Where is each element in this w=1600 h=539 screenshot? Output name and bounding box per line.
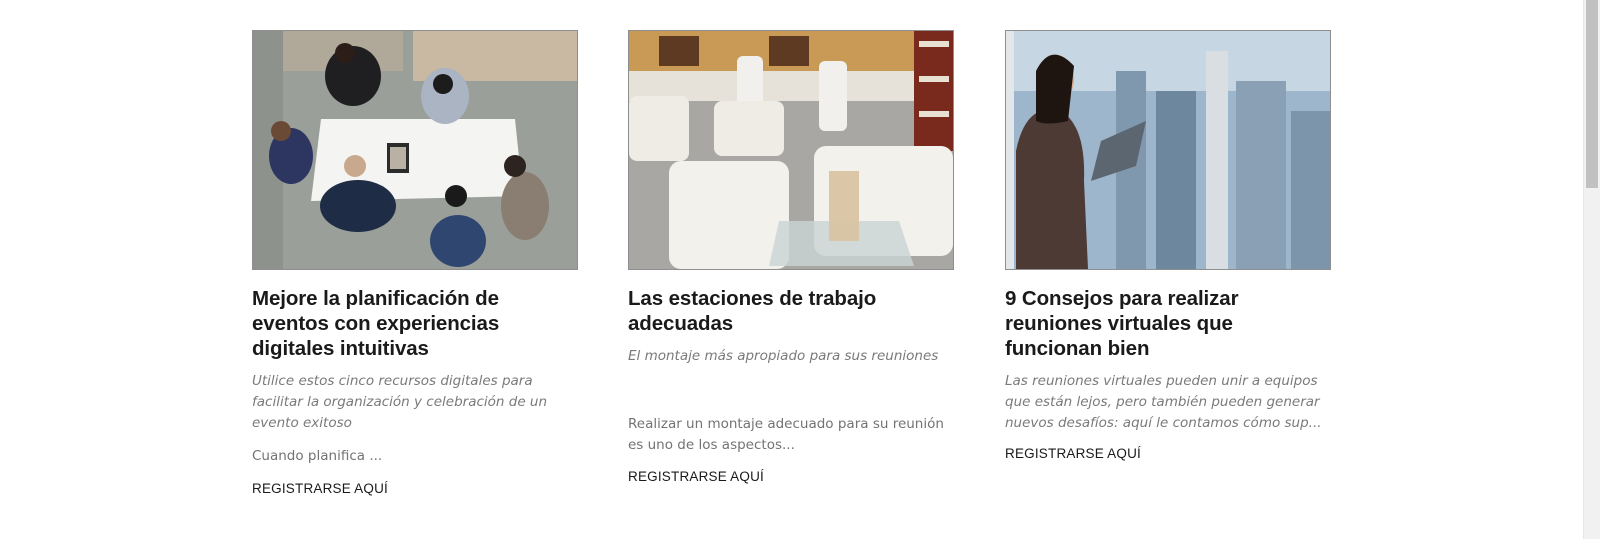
article-subtitle: Utilice estos cinco recursos digitales p… [252,373,548,431]
article-image[interactable] [628,30,954,270]
article-card: 9 Consejos para realizar reuniones virtu… [1005,30,1331,463]
article-subtitle: El montaje más apropiado para sus reunio… [628,348,939,364]
article-title[interactable]: Mejore la planificación de eventos con e… [252,286,578,361]
lounge-photo [629,31,953,269]
article-cards: Mejore la planificación de eventos con e… [0,0,1584,539]
article-card: Mejore la planificación de eventos con e… [252,30,578,498]
article-title[interactable]: 9 Consejos para realizar reuniones virtu… [1005,286,1331,361]
article-excerpt: Realizar un montaje adecuado para su reu… [628,416,944,453]
register-link[interactable]: REGISTRARSE AQUÍ [1005,446,1141,461]
article-image[interactable] [252,30,578,270]
woman-tablet-photo [1006,31,1330,269]
article-title[interactable]: Las estaciones de trabajo adecuadas [628,286,954,336]
vertical-scrollbar[interactable] [1583,0,1600,539]
register-link[interactable]: REGISTRARSE AQUÍ [252,481,388,496]
article-image[interactable] [1005,30,1331,270]
article-card: Las estaciones de trabajo adecuadas El m… [628,30,954,486]
scrollbar-thumb[interactable] [1586,0,1598,188]
article-excerpt: Cuando planifica ... [252,448,383,464]
meeting-photo [253,31,577,269]
article-subtitle: Las reuniones virtuales pueden unir a eq… [1005,373,1322,431]
register-link[interactable]: REGISTRARSE AQUÍ [628,469,764,484]
